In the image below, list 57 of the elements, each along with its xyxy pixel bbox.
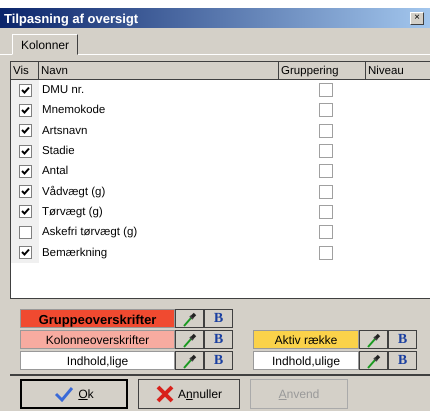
table-cell-text: Tørvægt (g) xyxy=(41,206,104,218)
table-cell-text: Antal xyxy=(41,165,70,178)
checkbox[interactable] xyxy=(318,204,332,219)
bold-button[interactable]: B xyxy=(204,309,233,328)
window-title: Tilpasning af oversigt xyxy=(4,10,138,26)
checkbox[interactable] xyxy=(18,246,32,260)
checkbox[interactable] xyxy=(18,185,32,198)
checkbox[interactable] xyxy=(318,184,332,199)
style-preview: Kolonneoverskrifter xyxy=(20,330,175,349)
eyedropper-icon xyxy=(182,332,198,348)
checkbox[interactable] xyxy=(18,104,32,117)
checkbox[interactable] xyxy=(18,226,32,239)
table-cell-text: Mnemokode xyxy=(41,104,106,116)
eyedropper-icon xyxy=(366,352,382,368)
table-cell-text: Askefri tørvægt (g) xyxy=(41,226,138,238)
checkbox[interactable] xyxy=(18,164,32,178)
x-icon xyxy=(156,385,174,403)
checkbox[interactable] xyxy=(18,124,32,138)
close-button[interactable]: × xyxy=(410,12,424,24)
bold-button[interactable]: B xyxy=(388,351,417,370)
column-header[interactable]: Niveau xyxy=(366,62,430,80)
style-preview: Indhold,ulige xyxy=(253,351,359,370)
eyedropper-icon xyxy=(366,332,382,348)
table-cell-text: Vådvægt (g) xyxy=(41,186,106,198)
color-picker-button[interactable] xyxy=(175,330,204,349)
bold-button[interactable]: B xyxy=(204,351,233,370)
color-picker-button[interactable] xyxy=(359,351,388,370)
checkbox[interactable] xyxy=(318,83,332,98)
eyedropper-icon xyxy=(182,310,198,326)
checkbox[interactable] xyxy=(318,103,332,118)
table-cell-text: Stadie xyxy=(41,145,76,158)
color-picker-button[interactable] xyxy=(359,330,388,349)
checkbox[interactable] xyxy=(318,225,332,240)
eyedropper-icon xyxy=(182,352,198,368)
bold-button[interactable]: B xyxy=(204,330,233,349)
color-picker-button[interactable] xyxy=(175,351,204,370)
checkbox[interactable] xyxy=(318,124,332,138)
style-preview: Indhold,lige xyxy=(20,351,175,370)
cancel-button[interactable]: Annuller xyxy=(138,379,240,409)
column-header[interactable]: Navn xyxy=(39,62,279,80)
checkbox[interactable] xyxy=(318,164,332,178)
checkbox[interactable] xyxy=(318,246,332,260)
color-picker-button[interactable] xyxy=(175,309,204,328)
ok-button[interactable]: Ok xyxy=(20,379,128,409)
table-cell-text: Artsnavn xyxy=(41,124,88,137)
checkbox[interactable] xyxy=(318,144,332,158)
checkmark-icon xyxy=(54,386,74,402)
tab[interactable]: Kolonner xyxy=(12,34,78,55)
style-preview: Gruppeoverskrifter xyxy=(20,309,175,328)
style-preview: Aktiv række xyxy=(253,330,359,349)
checkbox[interactable] xyxy=(18,205,32,218)
table-cell-text: Bemærkning xyxy=(41,246,108,259)
column-header[interactable]: Gruppering xyxy=(279,62,366,80)
checkbox[interactable] xyxy=(18,84,32,97)
table-cell-text: DMU nr. xyxy=(41,84,86,96)
bold-button[interactable]: B xyxy=(388,330,417,349)
checkbox[interactable] xyxy=(18,144,32,158)
